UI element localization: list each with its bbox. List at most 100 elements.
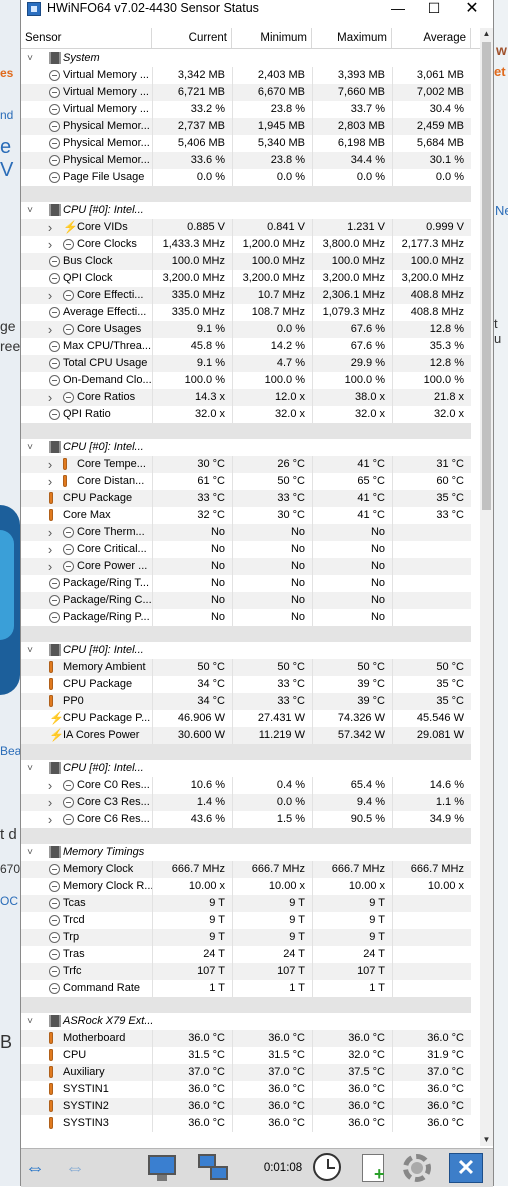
expand-chevron-icon[interactable]: › bbox=[45, 389, 55, 406]
sensor-row[interactable]: › Core Tempe... 30 °C 26 °C 41 °C 31 °C bbox=[21, 456, 471, 473]
sensor-group-row[interactable]: ˅ ASRock X79 Ext... bbox=[21, 1013, 471, 1030]
sensor-row[interactable]: Virtual Memory ... 33.2 % 23.8 % 33.7 % 30.4… bbox=[21, 101, 471, 118]
sensor-row[interactable]: Virtual Memory ... 3,342 MB 2,403 MB 3,393 … bbox=[21, 67, 471, 84]
expand-chevron-icon[interactable]: › bbox=[45, 541, 55, 558]
column-header-sensor[interactable]: Sensor bbox=[21, 28, 152, 48]
sensor-row[interactable]: Memory Clock R... 10.00 x 10.00 x 10.00 x 10… bbox=[21, 878, 471, 895]
network-button[interactable] bbox=[196, 1152, 232, 1184]
sensor-row[interactable]: Bus Clock 100.0 MHz 100.0 MHz 100.0 MHz 100.… bbox=[21, 253, 471, 270]
expand-chevron-icon[interactable]: › bbox=[45, 236, 55, 253]
sensor-row[interactable]: › Core C6 Res... 43.6 % 1.5 % 90.5 % 34.9 % bbox=[21, 811, 471, 828]
sensor-row[interactable]: › Core Ratios 14.3 x 12.0 x 38.0 x 21.8 x bbox=[21, 389, 471, 406]
sensor-row[interactable]: CPU Package 34 °C 33 °C 39 °C 35 °C bbox=[21, 676, 471, 693]
sensor-row[interactable]: Average Effecti... 335.0 MHz 108.7 MHz 1,07… bbox=[21, 304, 471, 321]
sensor-row[interactable]: Physical Memor... 2,737 MB 1,945 MB 2,803 M… bbox=[21, 118, 471, 135]
sensor-row[interactable]: On-Demand Clo... 100.0 % 100.0 % 100.0 % 100… bbox=[21, 372, 471, 389]
scroll-down-arrow-icon[interactable]: ▼ bbox=[480, 1134, 493, 1146]
sensor-row[interactable]: › Core Critical... No No No bbox=[21, 541, 471, 558]
expand-chevron-icon[interactable]: › bbox=[45, 558, 55, 575]
sensor-row[interactable]: Physical Memor... 5,406 MB 5,340 MB 6,198 M… bbox=[21, 135, 471, 152]
sensor-row[interactable]: › Core Therm... No No No bbox=[21, 524, 471, 541]
sensor-row[interactable]: Trp 9 T 9 T 9 T bbox=[21, 929, 471, 946]
sensor-row[interactable]: Max CPU/Threa... 45.8 % 14.2 % 67.6 % 35.3 % bbox=[21, 338, 471, 355]
sensor-row[interactable]: QPI Clock 3,200.0 MHz 3,200.0 MHz 3,200.0 M… bbox=[21, 270, 471, 287]
sensor-row[interactable]: Tcas 9 T 9 T 9 T bbox=[21, 895, 471, 912]
minimize-button[interactable]: — bbox=[380, 0, 416, 18]
expand-chevron-icon[interactable]: › bbox=[45, 811, 55, 828]
sensor-row[interactable]: Tras 24 T 24 T 24 T bbox=[21, 946, 471, 963]
sensor-group-row[interactable]: ˅ System bbox=[21, 50, 471, 67]
close-button[interactable]: ✕ bbox=[445, 1152, 485, 1184]
collapse-chevron-icon[interactable]: ˅ bbox=[25, 202, 35, 219]
sensor-row[interactable]: Memory Ambient 50 °C 50 °C 50 °C 50 °C bbox=[21, 659, 471, 676]
collapse-arrows-button[interactable]: ⇔ bbox=[65, 1152, 99, 1184]
sensor-row[interactable]: › Core Clocks 1,433.3 MHz 1,200.0 MHz 3,800.… bbox=[21, 236, 471, 253]
close-window-button[interactable]: ✕ bbox=[454, 0, 490, 18]
expand-chevron-icon[interactable]: › bbox=[45, 473, 55, 490]
column-header-maximum[interactable]: Maximum bbox=[312, 28, 392, 48]
sensor-row[interactable]: › Core Distan... 61 °C 50 °C 65 °C 60 °C bbox=[21, 473, 471, 490]
logging-button[interactable]: + bbox=[358, 1152, 390, 1184]
sensor-row[interactable]: Memory Clock 666.7 MHz 666.7 MHz 666.7 MHz 6… bbox=[21, 861, 471, 878]
maximize-button[interactable]: ☐ bbox=[416, 0, 452, 18]
sensor-row[interactable]: › Core Effecti... 335.0 MHz 10.7 MHz 2,306.1… bbox=[21, 287, 471, 304]
reset-clock-button[interactable] bbox=[309, 1152, 345, 1184]
sensor-row[interactable]: ⚡ IA Cores Power 30.600 W 11.219 W 57.342 W 2… bbox=[21, 727, 471, 744]
sensor-row[interactable]: Motherboard 36.0 °C 36.0 °C 36.0 °C 36.0 °C bbox=[21, 1030, 471, 1047]
sensor-row[interactable]: Trfc 107 T 107 T 107 T bbox=[21, 963, 471, 980]
collapse-chevron-icon[interactable]: ˅ bbox=[25, 642, 35, 659]
sensor-row[interactable]: Auxiliary 37.0 °C 37.0 °C 37.5 °C 37.0 °C bbox=[21, 1064, 471, 1081]
sensor-row[interactable]: QPI Ratio 32.0 x 32.0 x 32.0 x 32.0 x bbox=[21, 406, 471, 423]
expand-chevron-icon[interactable]: › bbox=[45, 321, 55, 338]
sensor-row[interactable]: ⚡ CPU Package P... 46.906 W 27.431 W 74.326 … bbox=[21, 710, 471, 727]
column-gridline bbox=[152, 541, 153, 558]
sensor-group-row[interactable]: ˅ CPU [#0]: Intel... bbox=[21, 202, 471, 219]
collapse-chevron-icon[interactable]: ˅ bbox=[25, 439, 35, 456]
sensor-row[interactable]: Package/Ring T... No No No bbox=[21, 575, 471, 592]
scroll-up-arrow-icon[interactable]: ▲ bbox=[480, 28, 493, 40]
sensor-row[interactable]: Trcd 9 T 9 T 9 T bbox=[21, 912, 471, 929]
sensor-row[interactable]: › Core Power ... No No No bbox=[21, 558, 471, 575]
sensor-row[interactable]: PP0 34 °C 33 °C 39 °C 35 °C bbox=[21, 693, 471, 710]
settings-button[interactable] bbox=[397, 1152, 437, 1184]
monitor-button[interactable] bbox=[144, 1152, 180, 1184]
sensor-row[interactable]: › Core Usages 9.1 % 0.0 % 67.6 % 12.8 % bbox=[21, 321, 471, 338]
sensor-row[interactable]: › Core C0 Res... 10.6 % 0.4 % 65.4 % 14.6 % bbox=[21, 777, 471, 794]
expand-chevron-icon[interactable]: › bbox=[45, 456, 55, 473]
column-header-average[interactable]: Average bbox=[392, 28, 471, 48]
expand-chevron-icon[interactable]: › bbox=[45, 777, 55, 794]
collapse-chevron-icon[interactable]: ˅ bbox=[25, 760, 35, 777]
column-header-minimum[interactable]: Minimum bbox=[232, 28, 312, 48]
expand-chevron-icon[interactable]: › bbox=[45, 219, 55, 236]
sensor-row[interactable]: CPU Package 33 °C 33 °C 41 °C 35 °C bbox=[21, 490, 471, 507]
sensor-row[interactable]: Total CPU Usage 9.1 % 4.7 % 29.9 % 12.8 % bbox=[21, 355, 471, 372]
sensor-row[interactable]: CPU 31.5 °C 31.5 °C 32.0 °C 31.9 °C bbox=[21, 1047, 471, 1064]
sensor-row[interactable]: Physical Memor... 33.6 % 23.8 % 34.4 % 30.1 … bbox=[21, 152, 471, 169]
collapse-chevron-icon[interactable]: ˅ bbox=[25, 50, 35, 67]
sensor-row[interactable]: › ⚡ Core VIDs 0.885 V 0.841 V 1.231 V 0.999 V bbox=[21, 219, 471, 236]
sensor-row[interactable]: Package/Ring P... No No No bbox=[21, 609, 471, 626]
sensor-row[interactable]: Page File Usage 0.0 % 0.0 % 0.0 % 0.0 % bbox=[21, 169, 471, 186]
expand-chevron-icon[interactable]: › bbox=[45, 524, 55, 541]
collapse-chevron-icon[interactable]: ˅ bbox=[25, 1013, 35, 1030]
scrollbar-thumb[interactable] bbox=[482, 42, 491, 510]
vertical-scrollbar[interactable]: ▲ ▼ bbox=[480, 28, 493, 1146]
sensor-row[interactable]: Core Max 32 °C 30 °C 41 °C 33 °C bbox=[21, 507, 471, 524]
sensor-group-row[interactable]: ˅ Memory Timings bbox=[21, 844, 471, 861]
sensor-row[interactable]: SYSTIN3 36.0 °C 36.0 °C 36.0 °C 36.0 °C bbox=[21, 1115, 471, 1132]
sensor-row[interactable]: › Core C3 Res... 1.4 % 0.0 % 9.4 % 1.1 % bbox=[21, 794, 471, 811]
sensor-group-row[interactable]: ˅ CPU [#0]: Intel... bbox=[21, 642, 471, 659]
collapse-chevron-icon[interactable]: ˅ bbox=[25, 844, 35, 861]
expand-chevron-icon[interactable]: › bbox=[45, 287, 55, 304]
column-header-current[interactable]: Current bbox=[152, 28, 232, 48]
title-bar[interactable]: HWiNFO64 v7.02-4430 Sensor Status — ☐ ✕ bbox=[21, 0, 493, 18]
expand-chevron-icon[interactable]: › bbox=[45, 794, 55, 811]
sensor-row[interactable]: SYSTIN1 36.0 °C 36.0 °C 36.0 °C 36.0 °C bbox=[21, 1081, 471, 1098]
sensor-row[interactable]: SYSTIN2 36.0 °C 36.0 °C 36.0 °C 36.0 °C bbox=[21, 1098, 471, 1115]
sensor-row[interactable]: Command Rate 1 T 1 T 1 T bbox=[21, 980, 471, 997]
expand-arrows-button[interactable]: ⇔ bbox=[25, 1152, 59, 1184]
sensor-row[interactable]: Package/Ring C... No No No bbox=[21, 592, 471, 609]
sensor-group-row[interactable]: ˅ CPU [#0]: Intel... bbox=[21, 439, 471, 456]
sensor-group-row[interactable]: ˅ CPU [#0]: Intel... bbox=[21, 760, 471, 777]
sensor-row[interactable]: Virtual Memory ... 6,721 MB 6,670 MB 7,660 … bbox=[21, 84, 471, 101]
